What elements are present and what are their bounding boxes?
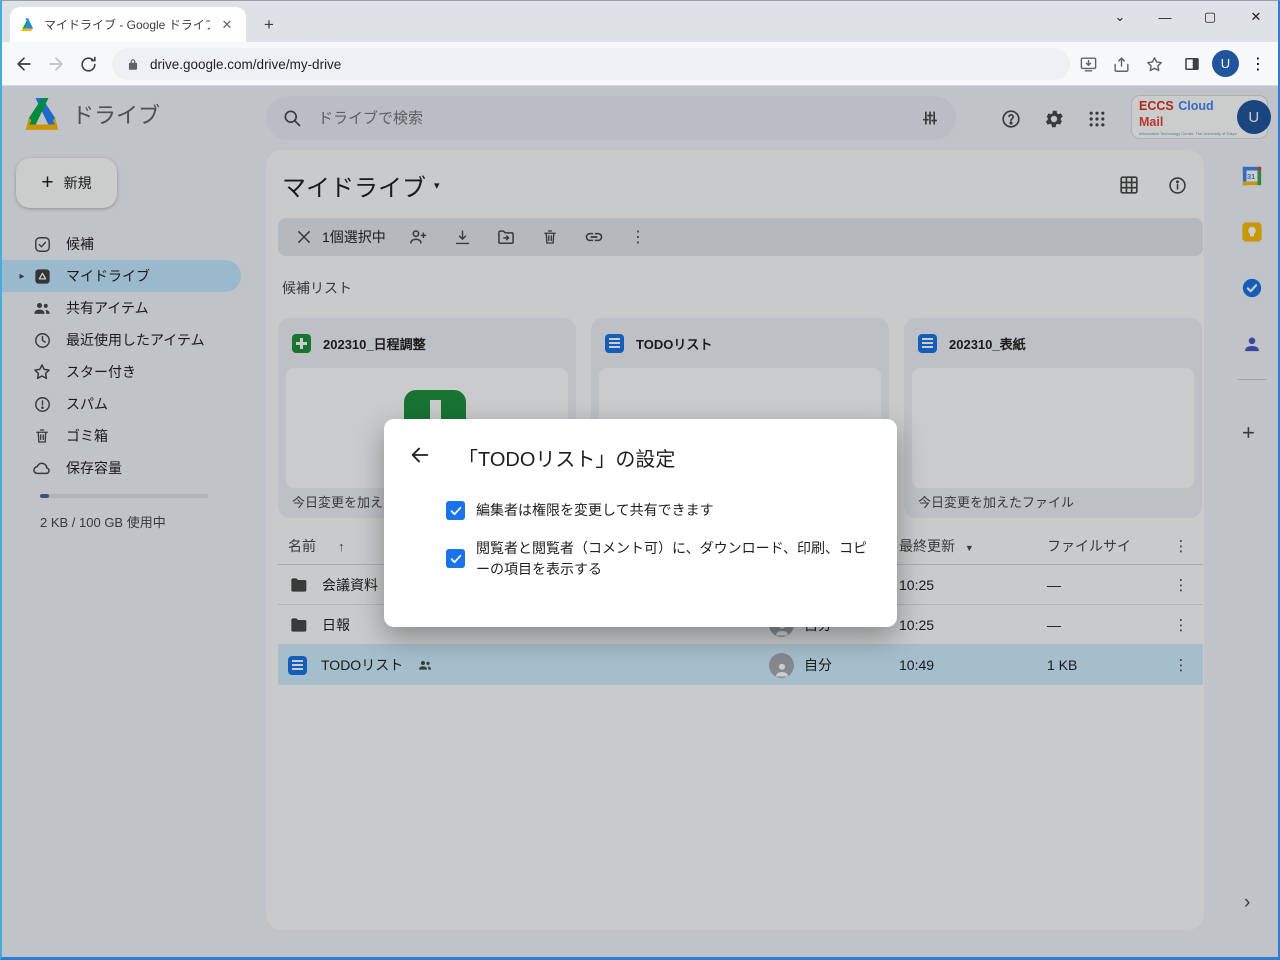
tab-close-icon[interactable]: ✕ (218, 16, 236, 34)
checkbox-label[interactable]: 閲覧者と閲覧者（コメント可）に、ダウンロード、印刷、コピーの項目を表示する (476, 538, 872, 580)
drive-page: ドライブ + 新規 候補 ▸ マイドライブ 共有アイテム 最近使用したアイテム (0, 86, 1280, 960)
back-arrow-icon[interactable] (408, 443, 432, 467)
browser-menu-icon[interactable]: ⋮ (1246, 52, 1270, 76)
browser-titlebar: マイドライブ - Google ドライブ ✕ + ⌄ — ▢ ✕ (0, 0, 1280, 42)
minimize-button[interactable]: — (1143, 0, 1187, 34)
reload-icon[interactable] (76, 52, 100, 76)
checkbox-label[interactable]: 編集者は権限を変更して共有できます (476, 500, 872, 521)
back-icon[interactable] (12, 52, 36, 76)
checkbox-viewers-can-download[interactable] (446, 549, 465, 568)
dialog-title: 「TODOリスト」の設定 (458, 443, 675, 472)
maximize-button[interactable]: ▢ (1188, 0, 1232, 34)
new-tab-button[interactable]: + (256, 12, 282, 38)
bookmark-star-icon[interactable] (1142, 52, 1166, 76)
tab-title: マイドライブ - Google ドライブ (44, 16, 210, 33)
url-bar[interactable]: drive.google.com/drive/my-drive (112, 48, 1070, 80)
browser-navbar: drive.google.com/drive/my-drive U ⋮ (0, 42, 1280, 86)
close-button[interactable]: ✕ (1234, 0, 1278, 34)
url-text[interactable]: drive.google.com/drive/my-drive (150, 57, 341, 72)
lock-icon (126, 57, 140, 72)
share-icon[interactable] (1109, 52, 1133, 76)
install-app-icon[interactable] (1076, 52, 1100, 76)
forward-icon[interactable] (44, 52, 68, 76)
settings-dialog: 「TODOリスト」の設定 編集者は権限を変更して共有できます 閲覧者と閲覧者（コ… (384, 419, 897, 627)
side-panel-icon[interactable] (1180, 52, 1204, 76)
checkbox-editors-can-share[interactable] (446, 501, 465, 520)
drive-favicon (20, 17, 36, 33)
tab-search-icon[interactable]: ⌄ (1098, 0, 1142, 34)
browser-tab[interactable]: マイドライブ - Google ドライブ ✕ (10, 7, 246, 42)
browser-profile-avatar[interactable]: U (1212, 50, 1239, 77)
